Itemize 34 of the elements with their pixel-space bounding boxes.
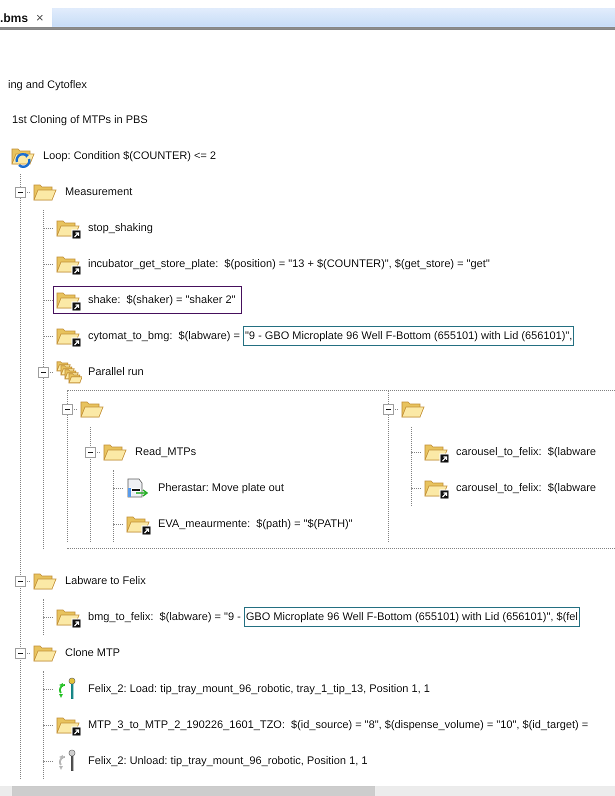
collapse-toggle[interactable] [62, 404, 73, 415]
tree-node[interactable]: bmg_to_felix: $(labware) = "9 - GBO Microplate 96 Well F-Bottom (655101) with Lid (656101)", $(fel [53, 603, 586, 631]
tree-node[interactable]: Read_MTPs [100, 438, 202, 466]
tree-node[interactable]: ing and Cytoflex [0, 67, 615, 103]
highlighted-value: GBO Microplate 96 Well F-Bottom (655101) with Lid (656101)", $(fel [244, 607, 580, 627]
tree-node[interactable]: Loop: Condition $(COUNTER) <= 2 [8, 142, 222, 170]
tree-node[interactable]: MTP_3_to_MTP_2_190226_1601_TZO: $(id_source) = "8", $(dispense_volume) = "10", $(id_target) = [53, 711, 594, 739]
collapse-toggle[interactable] [15, 648, 26, 659]
tree-node[interactable]: incubator_get_store_plate: $(position) = "13 + $(COUNTER)", $(get_store) = "get" [53, 250, 496, 278]
collapse-toggle[interactable] [38, 367, 49, 378]
tree-node[interactable]: carousel_to_felix: $(labware [421, 474, 602, 502]
horizontal-scrollbar[interactable] [0, 786, 615, 796]
tree-node[interactable]: 1st Cloning of MTPs in PBS [0, 102, 615, 138]
collapse-toggle[interactable] [15, 576, 26, 587]
tree-node[interactable]: carousel_to_felix: $(labware [421, 438, 602, 466]
collapse-toggle[interactable] [15, 187, 26, 198]
tree-node[interactable]: stop_shaking [53, 214, 159, 242]
tree-node[interactable]: EVA_meaurmente: $(path) = "$(PATH)" [123, 510, 359, 538]
document-tab[interactable]: .bms × [0, 8, 52, 27]
tree-node[interactable]: Measurement [30, 178, 138, 206]
tree-node[interactable]: Labware to Felix [30, 567, 152, 595]
tree-node[interactable]: Pherastar: Move plate out [123, 474, 290, 502]
collapse-toggle[interactable] [383, 404, 394, 415]
collapse-toggle[interactable] [85, 447, 96, 458]
tree-node[interactable]: Felix_2: Load: tip_tray_mount_96_robotic, tray_1_tip_13, Position 1, 1 [53, 675, 436, 703]
tree-node[interactable]: cytomat_to_bmg: $(labware) = "9 - GBO Microplate 96 Well F-Bottom (655101) with Lid (656101)", [53, 322, 580, 350]
tree-node[interactable]: Felix_2: Unload: tip_tray_mount_96_robotic, Position 1, 1 [53, 747, 374, 775]
tree-node[interactable]: Clone MTP [30, 639, 126, 667]
tree-node[interactable]: shake: $(shaker) = "shaker 2" [53, 286, 242, 314]
highlighted-value: "9 - GBO Microplate 96 Well F-Bottom (655101) with Lid (656101)", [243, 326, 574, 346]
tree-node[interactable]: Parallel run [53, 358, 150, 386]
stacked-folders-icon [56, 360, 82, 384]
close-button[interactable]: × [36, 10, 44, 25]
scrollbar-thumb[interactable] [12, 786, 375, 796]
